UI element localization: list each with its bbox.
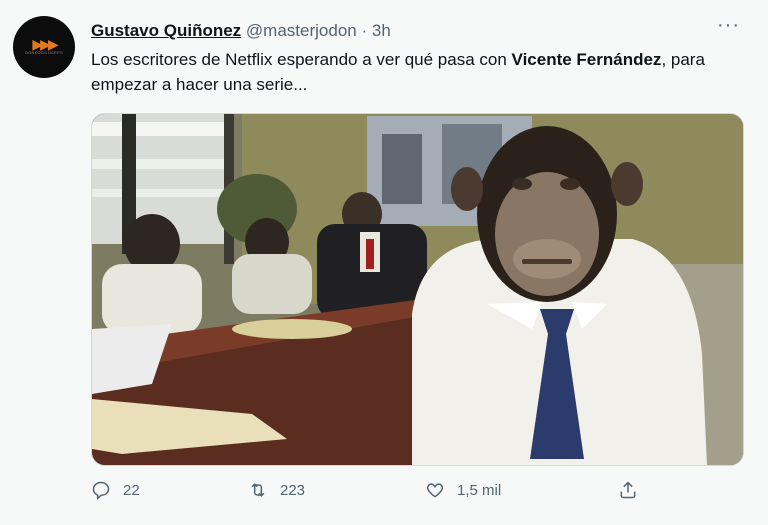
author-handle[interactable]: @masterjodon: [246, 21, 357, 40]
tweet-header: Gustavo Quiñonez @masterjodon · 3h: [91, 20, 391, 42]
tweet-card[interactable]: ▶▶▶ DONKOOS DEEPS Gustavo Quiñonez @mast…: [0, 0, 760, 519]
chimpanzees-office-photo: [92, 114, 743, 465]
separator-dot: ·: [361, 21, 368, 40]
tweet-text-bold: Vicente Fernández: [511, 50, 662, 69]
author-name[interactable]: Gustavo Quiñonez: [91, 21, 241, 40]
retweet-button[interactable]: 223: [248, 480, 305, 500]
tweet-text: Los escritores de Netflix esperando a ve…: [91, 47, 731, 97]
reply-button[interactable]: 22: [91, 480, 140, 500]
heart-icon: [426, 483, 444, 498]
fast-forward-icon: ▶▶▶: [32, 36, 58, 52]
tweet-timestamp[interactable]: 3h: [372, 21, 391, 40]
share-icon: [620, 481, 636, 499]
like-button[interactable]: 1,5 mil: [425, 480, 501, 500]
like-count: 1,5 mil: [457, 481, 502, 499]
more-icon[interactable]: ···: [717, 14, 740, 37]
tweet-text-part: Los escritores de Netflix esperando a ve…: [91, 50, 512, 69]
retweet-icon: [251, 483, 265, 497]
reply-count: 22: [123, 481, 140, 499]
avatar[interactable]: ▶▶▶ DONKOOS DEEPS: [13, 16, 75, 78]
tweet-image[interactable]: [91, 113, 744, 466]
share-button[interactable]: [618, 480, 650, 500]
avatar-logo-text: DONKOOS DEEPS: [25, 50, 63, 55]
reply-icon: [92, 481, 110, 500]
tweet-actions: 22 223 1,5 mil: [91, 480, 651, 508]
retweet-count: 223: [280, 481, 306, 499]
